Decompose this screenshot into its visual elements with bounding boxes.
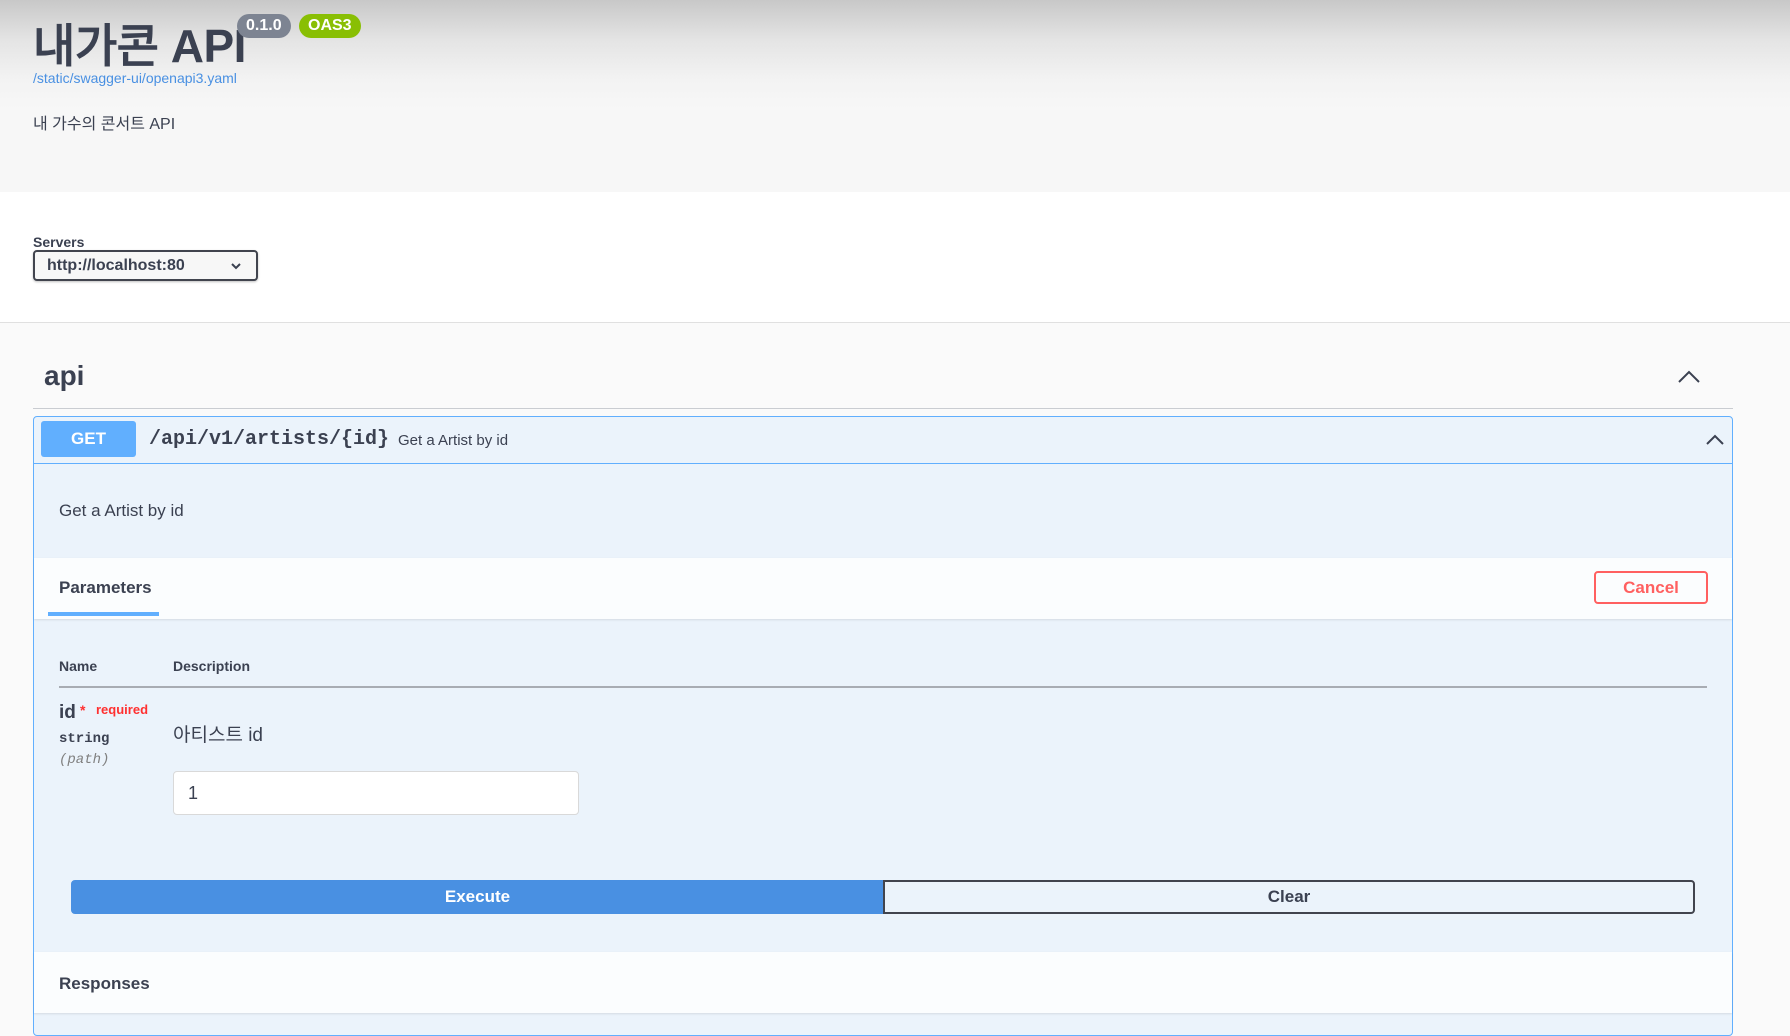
- method-badge: GET: [41, 421, 136, 457]
- clear-button[interactable]: Clear: [883, 880, 1695, 914]
- parameter-name: id: [59, 702, 76, 723]
- chevron-up-icon[interactable]: [1705, 432, 1725, 447]
- version-badge: 0.1.0: [237, 14, 291, 38]
- api-description: 내 가수의 콘서트 API: [33, 116, 176, 133]
- tab-underline: [48, 612, 159, 616]
- parameter-location: (path): [59, 752, 110, 768]
- cancel-button[interactable]: Cancel: [1594, 571, 1708, 604]
- parameter-type: string: [59, 731, 110, 747]
- operation-summary-text: Get a Artist by id: [398, 432, 509, 449]
- parameter-description: 아티스트 id: [173, 725, 263, 746]
- chevron-up-icon[interactable]: [1677, 368, 1701, 386]
- tag-header-api[interactable]: api: [33, 350, 1733, 409]
- execute-button[interactable]: Execute: [71, 880, 884, 914]
- info-header: 내가콘 API 0.1.0 OAS3 /static/swagger-ui/op…: [0, 0, 1790, 192]
- tag-name: api: [44, 360, 85, 391]
- operation-description: Get a Artist by id: [59, 501, 184, 520]
- chevron-down-icon: [231, 263, 241, 270]
- responses-header: Responses: [34, 952, 1732, 1013]
- parameters-table-header: Name Description: [59, 658, 1707, 688]
- api-title: 내가콘 API: [33, 20, 246, 72]
- servers-label: Servers: [33, 234, 85, 250]
- required-star: *: [80, 702, 86, 718]
- operation-block: GET /api/v1/artists/{id} Get a Artist by…: [33, 416, 1733, 1036]
- column-header-description: Description: [173, 658, 251, 674]
- oas-badge: OAS3: [299, 14, 361, 38]
- servers-select[interactable]: http://localhost:80: [33, 250, 258, 281]
- parameter-id-input[interactable]: [173, 771, 579, 815]
- tab-parameters[interactable]: Parameters: [59, 578, 152, 598]
- servers-selected-value: http://localhost:80: [47, 257, 185, 274]
- servers-section: Servers http://localhost:80: [0, 192, 1790, 323]
- spec-link[interactable]: /static/swagger-ui/openapi3.yaml: [33, 70, 237, 86]
- required-label: required: [96, 702, 149, 717]
- parameters-header: Parameters Cancel: [34, 558, 1732, 619]
- responses-title: Responses: [59, 974, 150, 993]
- operation-path: /api/v1/artists/{id}: [149, 428, 390, 451]
- column-header-name: Name: [59, 658, 98, 674]
- operation-summary[interactable]: GET /api/v1/artists/{id} Get a Artist by…: [34, 417, 1732, 464]
